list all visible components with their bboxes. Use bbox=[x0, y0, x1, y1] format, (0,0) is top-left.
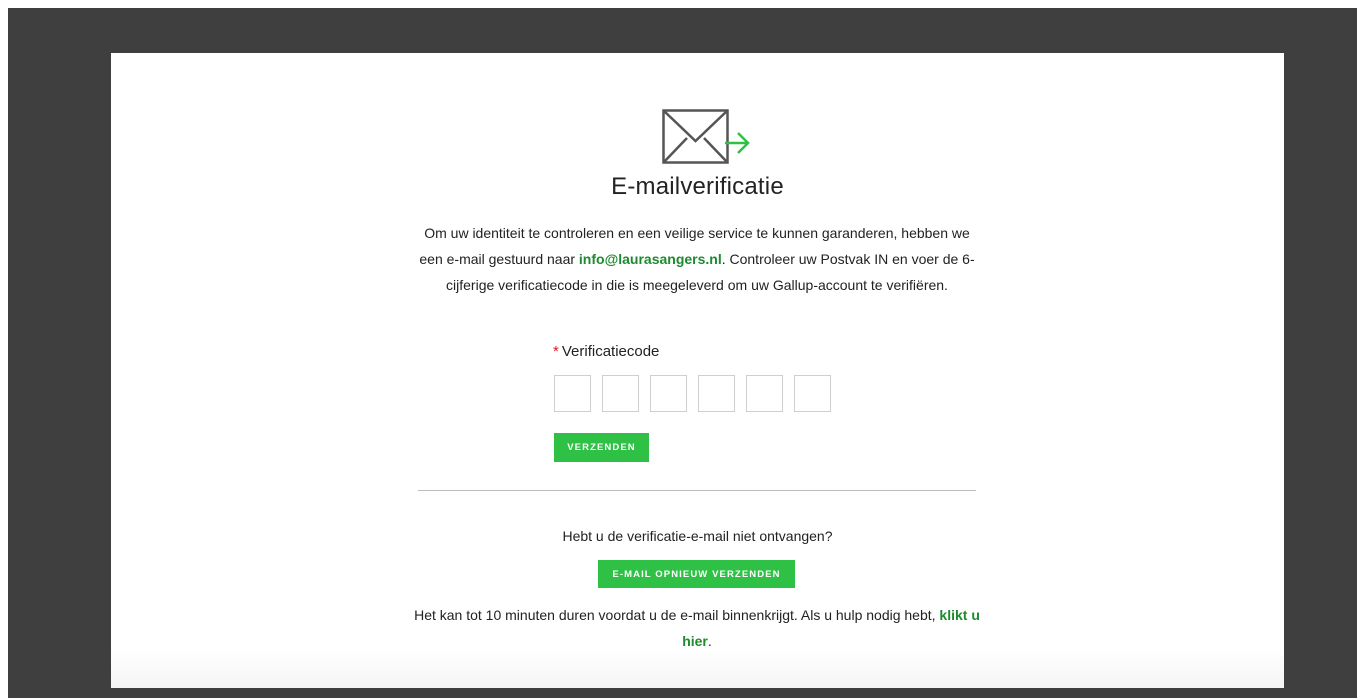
code-digit-3[interactable] bbox=[650, 375, 687, 412]
resend-email-button[interactable]: E-MAIL OPNIEUW VERZENDEN bbox=[598, 560, 795, 588]
required-mark: * bbox=[553, 343, 559, 360]
code-digit-4[interactable] bbox=[698, 375, 735, 412]
help-text-before: Het kan tot 10 minuten duren voordat u d… bbox=[414, 607, 940, 623]
description-text: Om uw identiteit te controleren en een v… bbox=[411, 220, 983, 298]
code-digit-6[interactable] bbox=[794, 375, 831, 412]
code-digit-1[interactable] bbox=[554, 375, 591, 412]
verification-card: E-mailverificatie Om uw identiteit te co… bbox=[111, 53, 1284, 688]
code-digit-2[interactable] bbox=[602, 375, 639, 412]
submit-button[interactable]: VERZENDEN bbox=[554, 433, 649, 462]
help-text-after: . bbox=[707, 633, 712, 649]
envelope-send-icon bbox=[662, 109, 754, 167]
page-title: E-mailverificatie bbox=[611, 173, 784, 200]
card-bottom-fade bbox=[111, 648, 1284, 688]
verification-code-label: * Verificatiecode bbox=[553, 343, 659, 360]
code-input-group bbox=[554, 375, 831, 412]
section-divider bbox=[418, 490, 976, 491]
not-received-question: Hebt u de verificatie-e-mail niet ontvan… bbox=[562, 528, 833, 544]
code-label-text: Verificatiecode bbox=[561, 343, 660, 360]
code-digit-5[interactable] bbox=[746, 375, 783, 412]
help-text: Het kan tot 10 minuten duren voordat u d… bbox=[411, 602, 983, 654]
email-address: info@laurasangers.nl bbox=[578, 251, 722, 267]
